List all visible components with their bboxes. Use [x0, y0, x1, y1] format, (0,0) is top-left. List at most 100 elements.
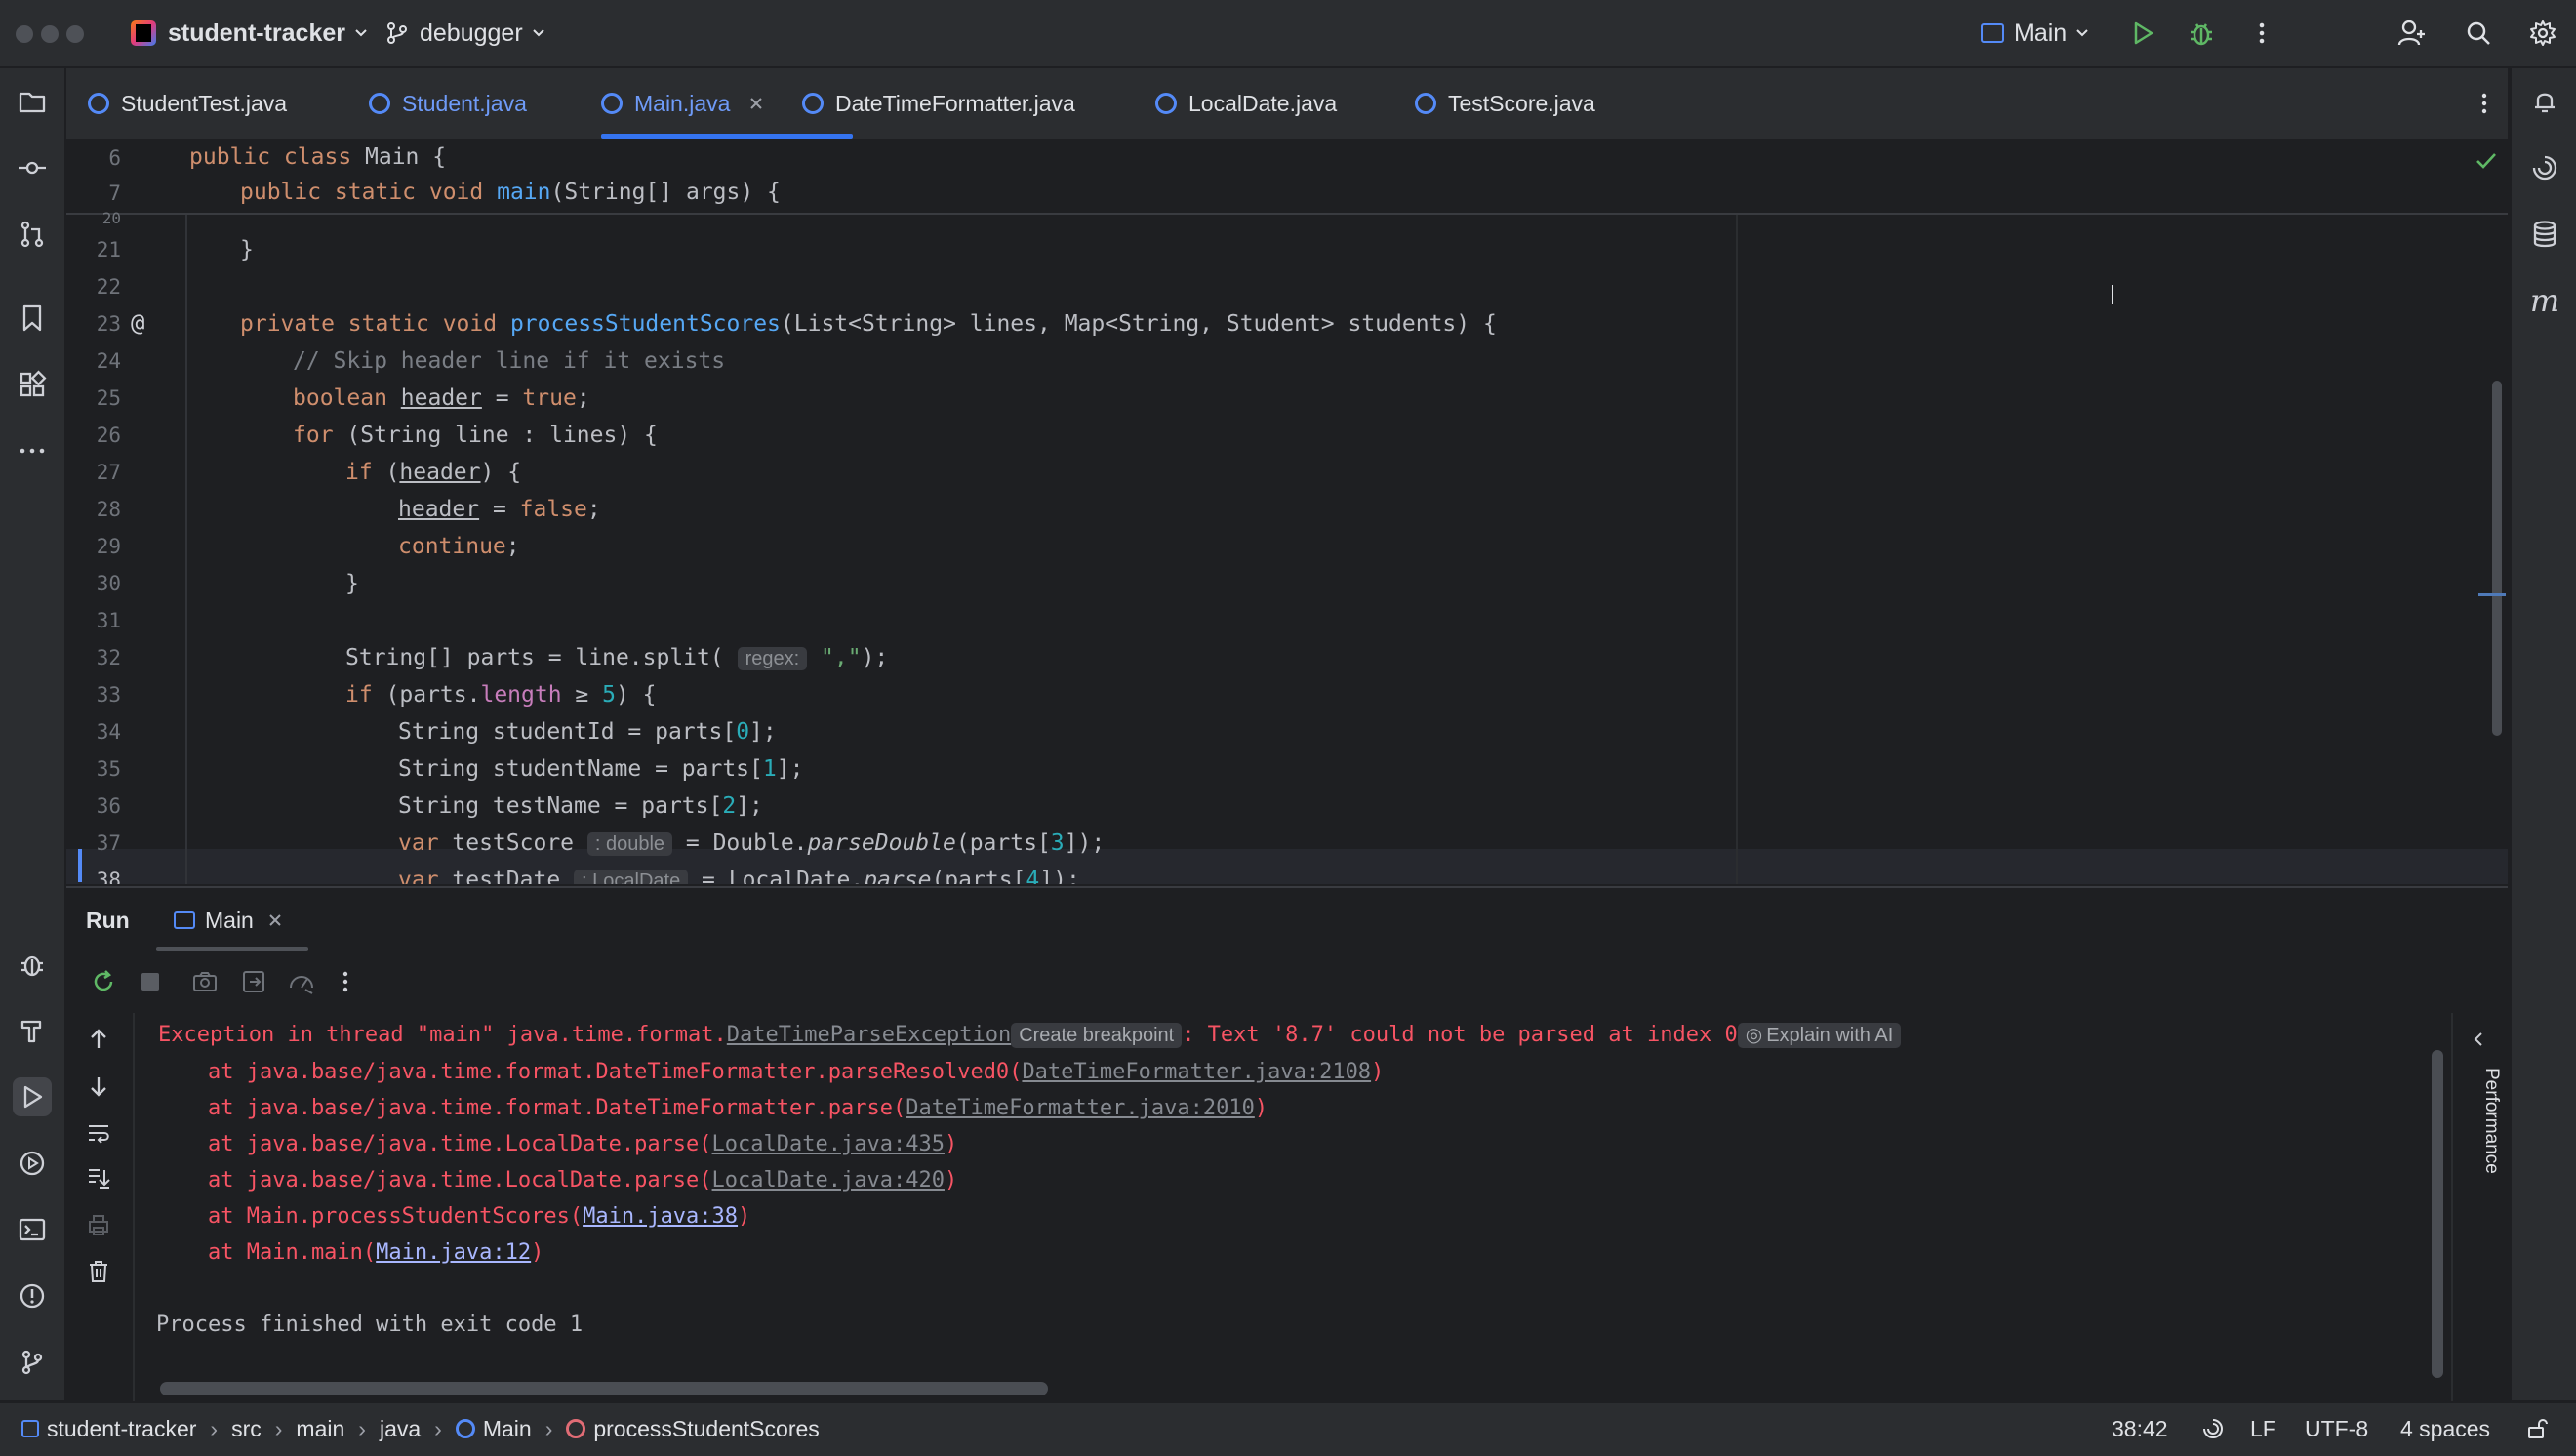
camera-icon[interactable]	[191, 968, 219, 995]
profiler-icon[interactable]	[287, 968, 316, 995]
scroll-to-end-icon[interactable]	[86, 1165, 111, 1191]
breadcrumb-item[interactable]: main	[296, 1416, 344, 1442]
exit-icon[interactable]	[240, 968, 267, 995]
exception-class-link[interactable]: DateTimeParseException	[727, 1023, 1011, 1047]
create-breakpoint-button[interactable]: Create breakpoint	[1011, 1023, 1183, 1048]
editor-vertical-scrollbar[interactable]	[2492, 381, 2502, 736]
commit-tool-button[interactable]	[13, 148, 52, 187]
rerun-icon[interactable]	[90, 968, 117, 995]
java-class-icon	[1155, 93, 1177, 114]
inspection-ok-icon[interactable]	[2475, 150, 2498, 172]
pull-requests-tool-button[interactable]	[13, 215, 52, 254]
ai-assistant-icon	[2532, 155, 2557, 181]
search-everywhere-button[interactable]	[2459, 14, 2498, 53]
soft-wrap-icon[interactable]	[86, 1120, 111, 1146]
arrow-down-icon[interactable]	[86, 1073, 111, 1099]
more-tools-button[interactable]	[13, 431, 52, 470]
code-line: for (String line : lines) {	[293, 423, 658, 448]
override-marker-icon[interactable]: @	[131, 309, 144, 337]
line-number: 33	[96, 683, 121, 707]
window-maximize-button[interactable]	[66, 25, 84, 43]
more-actions-button[interactable]	[2242, 14, 2281, 53]
ai-status-widget[interactable]	[2201, 1403, 2225, 1454]
branch-name: debugger	[420, 19, 523, 47]
tab-student-java[interactable]: Student.java	[369, 68, 527, 139]
tab-options-button[interactable]	[2473, 68, 2496, 139]
breadcrumb-item[interactable]: student-tracker	[47, 1416, 196, 1442]
ai-assistant-tool-button[interactable]	[2525, 148, 2564, 187]
more-vertical-icon[interactable]	[336, 968, 355, 995]
code-line: String studentId = parts[0];	[398, 719, 777, 745]
build-tool-button[interactable]	[13, 1011, 52, 1050]
line-number: 23	[96, 312, 121, 336]
notifications-tool-button[interactable]	[2525, 82, 2564, 121]
breadcrumb-item[interactable]: Main	[483, 1416, 532, 1442]
stop-icon[interactable]	[139, 970, 162, 993]
run-tab-main[interactable]: Main	[174, 888, 283, 952]
stack-frame-text: )	[738, 1204, 751, 1229]
close-icon[interactable]	[267, 912, 283, 928]
java-class-icon	[802, 93, 824, 114]
tab-localdate-java[interactable]: LocalDate.java	[1155, 68, 1337, 139]
indent-widget[interactable]: 4 spaces	[2400, 1403, 2490, 1454]
performance-tab[interactable]: Performance	[2480, 1068, 2502, 1174]
debug-button[interactable]	[2182, 14, 2221, 53]
right-tool-strip: m	[2510, 68, 2576, 1400]
chevron-right-icon: ›	[358, 1415, 366, 1441]
run-tab-underline	[156, 947, 308, 951]
java-class-icon	[369, 93, 390, 114]
project-selector[interactable]: student-tracker	[131, 0, 371, 66]
window-minimize-button[interactable]	[41, 25, 59, 43]
problems-tool-button[interactable]	[13, 1276, 52, 1315]
tab-studenttest-java[interactable]: StudentTest.java	[88, 68, 287, 139]
explain-with-ai-button[interactable]: ◎ Explain with AI	[1737, 1023, 1902, 1048]
code-editor[interactable]: 21 } 22 23 @ private static void process…	[66, 141, 2508, 884]
stack-frame: at Main.processStudentScores(Main.java:3…	[156, 1204, 750, 1229]
run-tool-button[interactable]	[13, 1077, 52, 1116]
console-side-toolbar	[66, 1013, 135, 1402]
settings-button[interactable]	[2523, 14, 2562, 53]
stack-frame-link[interactable]: Main.java:38	[583, 1204, 738, 1229]
branch-selector[interactable]: debugger	[384, 0, 548, 66]
print-icon[interactable]	[86, 1212, 111, 1237]
console-horizontal-scrollbar[interactable]	[160, 1382, 1048, 1395]
project-tool-button[interactable]	[13, 82, 52, 121]
window-close-button[interactable]	[16, 25, 33, 43]
close-icon[interactable]	[747, 95, 765, 112]
sticky-lines-header[interactable]: 6 public class Main { 7 public static vo…	[66, 141, 2508, 215]
services-tool-button[interactable]	[13, 1144, 52, 1183]
database-tool-button[interactable]	[2525, 215, 2564, 254]
breadcrumb-item[interactable]: src	[231, 1416, 262, 1442]
caret-position[interactable]: 38:42	[2112, 1403, 2168, 1454]
bookmarks-tool-button[interactable]	[13, 299, 52, 338]
debug-tool-button[interactable]	[13, 945, 52, 984]
maven-tool-button[interactable]: m	[2525, 281, 2564, 320]
line-number: 24	[96, 349, 121, 373]
terminal-tool-button[interactable]	[13, 1210, 52, 1249]
arrow-up-icon[interactable]	[86, 1027, 111, 1052]
encoding-widget[interactable]: UTF-8	[2305, 1403, 2368, 1454]
structure-tool-button[interactable]	[13, 365, 52, 404]
console-vertical-scrollbar[interactable]	[2432, 1050, 2443, 1378]
stack-frame-text: at java.base/java.time.format.DateTimeFo…	[156, 1060, 1023, 1084]
breadcrumb-item[interactable]: processStudentScores	[593, 1416, 819, 1442]
stack-frame-link[interactable]: Main.java:12	[376, 1240, 531, 1265]
read-only-toggle[interactable]	[2525, 1403, 2549, 1454]
tab-datetimeformatter-java[interactable]: DateTimeFormatter.java	[802, 68, 1075, 139]
stack-frame-link[interactable]: DateTimeFormatter.java:2010	[906, 1096, 1255, 1120]
run-button[interactable]	[2123, 14, 2162, 53]
chevron-left-icon[interactable]	[2471, 1031, 2488, 1048]
stack-frame-link[interactable]: DateTimeFormatter.java:2108	[1022, 1060, 1371, 1084]
run-configuration-selector[interactable]: Main	[1981, 0, 2092, 66]
git-tool-button[interactable]	[13, 1343, 52, 1382]
tab-testscore-java[interactable]: TestScore.java	[1415, 68, 1595, 139]
java-main-class-icon	[455, 1419, 475, 1438]
code-with-me-button[interactable]	[2393, 14, 2432, 53]
search-icon	[2467, 21, 2490, 45]
stack-frame-link[interactable]: LocalDate.java:420	[712, 1168, 945, 1193]
trash-icon[interactable]	[86, 1259, 111, 1284]
chevron-down-icon	[355, 29, 367, 37]
breadcrumb-item[interactable]: java	[380, 1416, 421, 1442]
line-ending-widget[interactable]: LF	[2250, 1403, 2276, 1454]
stack-frame-link[interactable]: LocalDate.java:435	[712, 1132, 945, 1156]
